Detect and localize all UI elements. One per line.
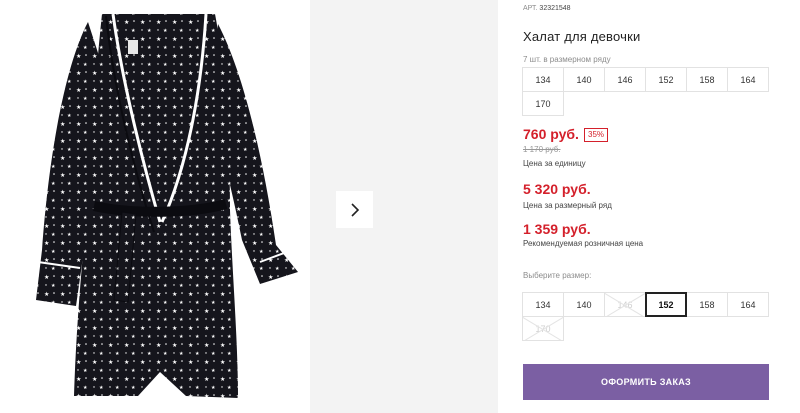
current-price: 760 руб.	[523, 126, 579, 142]
sku-value: 32321548	[539, 5, 571, 12]
unit-price-label: Цена за единицу	[523, 159, 586, 168]
size-option-152-selected[interactable]: 152	[645, 292, 687, 317]
pack-size: 158	[686, 67, 728, 92]
size-option-146-unavailable: 146	[604, 292, 646, 317]
pack-note: 7 шт. в размерном ряду	[523, 55, 611, 64]
pack-price-label: Цена за размерный ряд	[523, 201, 612, 210]
size-option-134[interactable]: 134	[522, 292, 564, 317]
pack-size: 140	[563, 67, 605, 92]
pack-size-grid: 134 140 146 152 158 164 170	[522, 67, 769, 116]
old-price: 1 170 руб.	[523, 145, 561, 154]
gallery-next-button[interactable]	[336, 191, 373, 228]
size-option-158[interactable]: 158	[686, 292, 728, 317]
pack-size: 170	[522, 91, 564, 116]
robe-image: ★ ★	[36, 13, 298, 398]
pack-price: 5 320 руб.	[523, 181, 591, 197]
pack-size: 164	[727, 67, 769, 92]
rrp-price-label: Рекомендуемая розничная цена	[523, 239, 644, 248]
size-option-170-unavailable: 170	[522, 316, 564, 341]
product-gallery: ★ ★	[0, 0, 500, 413]
chevron-right-icon	[350, 202, 359, 217]
product-title: Халат для девочки	[523, 29, 641, 44]
size-option-164[interactable]: 164	[727, 292, 769, 317]
pack-size: 152	[645, 67, 687, 92]
sku: АРТ. 32321548	[523, 5, 571, 12]
choose-size-label: Выберите размер:	[523, 271, 592, 280]
product-photo[interactable]: ★ ★	[10, 0, 310, 413]
pack-size: 134	[522, 67, 564, 92]
size-option-140[interactable]: 140	[563, 292, 605, 317]
size-selector: 134 140 146 152 158 164 170	[522, 292, 769, 341]
pack-size: 146	[604, 67, 646, 92]
order-button[interactable]: ОФОРМИТЬ ЗАКАЗ	[523, 364, 769, 400]
rrp-price: 1 359 руб.	[523, 221, 591, 237]
discount-badge: 35%	[584, 128, 609, 142]
sku-label: АРТ.	[523, 5, 538, 12]
